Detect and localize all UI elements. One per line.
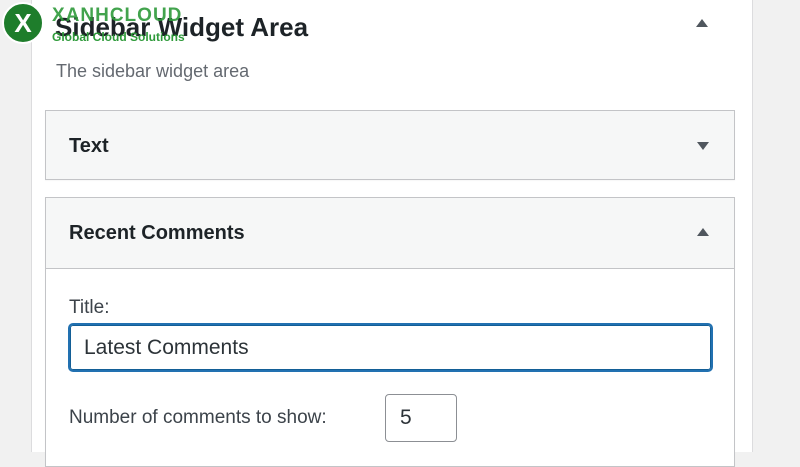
watermark-brand-name: XANHCLOUD <box>52 5 183 26</box>
text-widget-header[interactable]: Text <box>46 111 734 181</box>
watermark-x-icon: X <box>2 2 44 44</box>
number-of-comments-input[interactable] <box>385 394 457 442</box>
watermark-logo: X XANHCLOUD Global Cloud Solutions <box>0 0 210 48</box>
widget-area-description: The sidebar widget area <box>56 61 250 81</box>
text-widget-title: Text <box>69 135 109 157</box>
number-of-comments-label: Number of comments to show: <box>69 407 327 428</box>
recent-comments-widget-body: Title: Number of comments to show: <box>46 268 734 466</box>
title-field-label: Title: <box>69 297 110 318</box>
recent-comments-widget-title: Recent Comments <box>69 222 245 244</box>
title-input[interactable] <box>68 323 713 372</box>
text-widget: Text <box>45 110 735 180</box>
expand-arrow-icon[interactable] <box>697 142 709 150</box>
recent-comments-widget: Recent Comments Title: Number of comment… <box>45 197 735 467</box>
recent-comments-widget-header[interactable]: Recent Comments <box>46 198 734 268</box>
watermark-tagline: Global Cloud Solutions <box>52 30 185 44</box>
collapse-arrow-icon[interactable] <box>697 228 709 236</box>
collapse-arrow-icon[interactable] <box>696 19 708 27</box>
